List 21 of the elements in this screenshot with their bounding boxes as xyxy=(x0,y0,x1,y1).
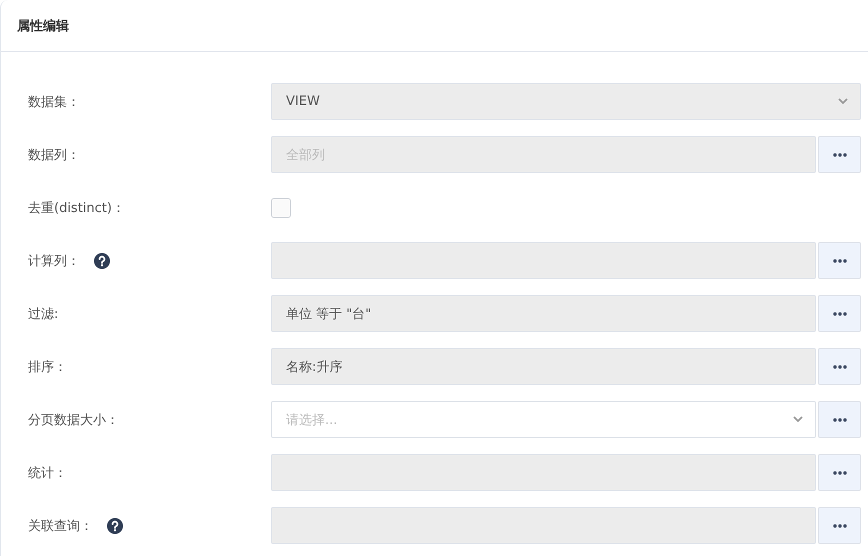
panel-title: 属性编辑 xyxy=(17,18,69,34)
field-label: 数据集： xyxy=(28,94,80,110)
ellipsis-icon xyxy=(832,312,846,316)
field-label: 计算列： xyxy=(28,252,80,270)
field-label: 分页数据大小： xyxy=(28,412,119,428)
field-label: 过滤: xyxy=(28,306,58,322)
chevron-down-icon xyxy=(838,98,848,105)
field-label: 去重(distinct)： xyxy=(28,200,125,216)
field-label: 数据列： xyxy=(28,146,80,164)
checkbox[interactable] xyxy=(271,198,291,218)
field-label: 排序： xyxy=(28,358,67,376)
chevron-down-icon xyxy=(793,416,803,423)
more-button[interactable] xyxy=(818,401,861,438)
field-label: 关联查询： xyxy=(28,518,93,534)
field-label: 统计： xyxy=(28,464,67,482)
ellipsis-icon xyxy=(832,470,846,474)
ellipsis-icon xyxy=(832,524,846,528)
ellipsis-icon xyxy=(832,364,846,368)
ellipsis-icon xyxy=(832,258,846,262)
ellipsis-icon xyxy=(832,418,846,422)
ellipsis-icon xyxy=(832,152,846,156)
